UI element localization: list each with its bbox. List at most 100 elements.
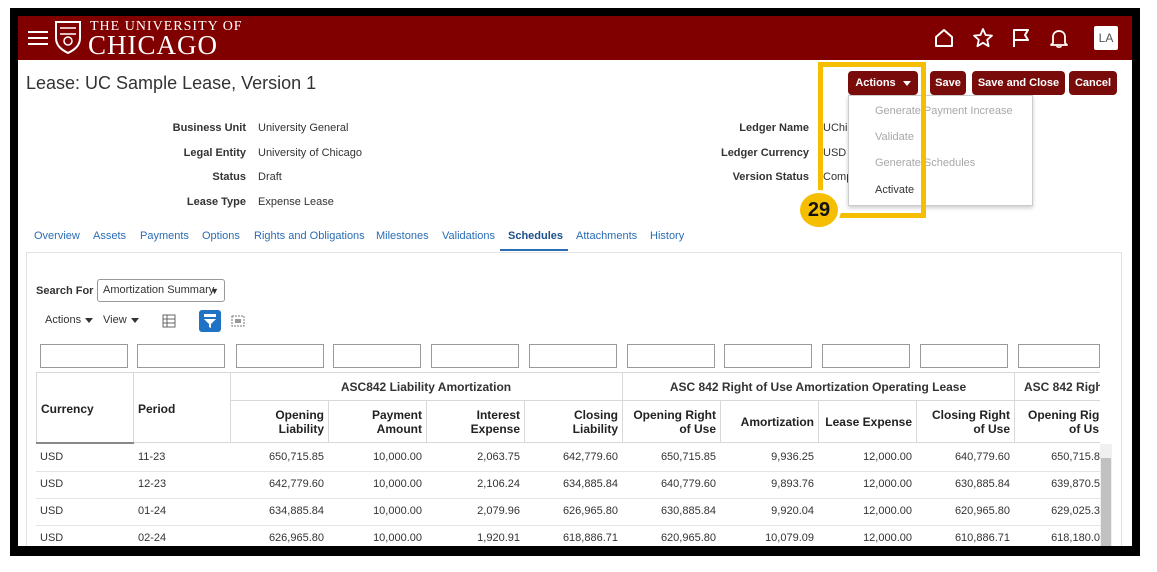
- cell-opening-right-of-use: 640,779.60: [660, 478, 716, 490]
- cell-currency: USD: [40, 532, 64, 544]
- cell-currency: USD: [40, 451, 64, 463]
- filter-input-lease-expense[interactable]: [822, 344, 910, 368]
- cell-lease-expense: 12,000.00: [863, 505, 912, 517]
- version-status-label: Version Status: [732, 171, 809, 183]
- filter-input-amortization[interactable]: [724, 344, 812, 368]
- cell-opening-right-2: 629,025.3: [1051, 505, 1100, 517]
- column-header-interest-expense[interactable]: Interest Expense: [426, 408, 520, 436]
- cell-lease-expense: 12,000.00: [863, 451, 912, 463]
- tab-attachments[interactable]: Attachments: [576, 230, 637, 242]
- column-header-currency[interactable]: Currency: [41, 402, 94, 416]
- cell-opening-right-of-use: 620,965.80: [660, 532, 716, 544]
- search-for-label: Search For: [36, 285, 94, 297]
- cell-amortization: 10,079.09: [765, 532, 814, 544]
- table-actions-label: Actions: [45, 314, 82, 326]
- cell-interest-expense: 2,079.96: [477, 505, 520, 517]
- cell-currency: USD: [40, 478, 64, 490]
- avatar[interactable]: LA: [1094, 26, 1118, 50]
- tab-overview[interactable]: Overview: [34, 230, 80, 242]
- filter-input-currency[interactable]: [40, 344, 128, 368]
- cell-amortization: 9,920.04: [771, 505, 814, 517]
- active-tab-indicator: [500, 249, 568, 251]
- legal-entity-label: Legal Entity: [183, 147, 246, 159]
- query-by-example-button[interactable]: [199, 310, 221, 332]
- cell-opening-right-of-use: 630,885.84: [660, 505, 716, 517]
- business-unit-label: Business Unit: [172, 122, 246, 134]
- table-actions-menu[interactable]: Actions: [45, 314, 94, 326]
- cell-closing-liability: 642,779.60: [562, 451, 618, 463]
- cell-lease-expense: 12,000.00: [863, 532, 912, 544]
- freeze-columns-icon[interactable]: [159, 311, 179, 331]
- cell-amortization: 9,893.76: [771, 478, 814, 490]
- column-header-payment-amount[interactable]: Payment Amount: [328, 408, 422, 436]
- cell-currency: USD: [40, 505, 64, 517]
- filter-input-opening-liability[interactable]: [236, 344, 324, 368]
- save-and-close-button[interactable]: Save and Close: [972, 71, 1065, 95]
- lease-type-value: Expense Lease: [258, 196, 334, 208]
- cell-period: 11-23: [138, 451, 166, 463]
- cell-interest-expense: 2,063.75: [477, 451, 520, 463]
- group-header-right-of-use: ASC 842 Right of Use Amortization Operat…: [622, 373, 1014, 401]
- detach-icon[interactable]: [228, 311, 248, 331]
- cell-opening-liability: 650,715.85: [268, 451, 324, 463]
- save-button[interactable]: Save: [930, 71, 966, 95]
- column-header-opening-right-truncated[interactable]: Opening Righ of Us: [1028, 408, 1100, 436]
- tab-options[interactable]: Options: [202, 230, 240, 242]
- column-header-opening-right-of-use[interactable]: Opening Right of Use: [622, 408, 716, 436]
- search-for-select[interactable]: Amortization Summary ▼: [97, 279, 225, 302]
- filter-input-opening-right-2[interactable]: [1018, 344, 1100, 368]
- cell-closing-right-of-use: 640,779.60: [954, 451, 1010, 463]
- cell-period: 02-24: [138, 532, 167, 544]
- cancel-button[interactable]: Cancel: [1069, 71, 1117, 95]
- tab-milestones[interactable]: Milestones: [376, 230, 429, 242]
- row-divider: [36, 498, 1100, 499]
- column-header-opening-liability[interactable]: Opening Liability: [230, 408, 324, 436]
- status-label: Status: [212, 171, 246, 183]
- group-header-liability: ASC842 Liability Amortization: [230, 373, 622, 401]
- top-bar: THE UNIVERSITY OF CHICAGO LA: [18, 16, 1132, 60]
- tab-payments[interactable]: Payments: [140, 230, 189, 242]
- cell-opening-liability: 626,965.80: [268, 532, 324, 544]
- cell-payment-amount: 10,000.00: [373, 505, 422, 517]
- cell-amortization: 9,936.25: [771, 451, 814, 463]
- ledger-currency-label: Ledger Currency: [720, 147, 809, 159]
- filter-input-period[interactable]: [137, 344, 225, 368]
- cell-closing-right-of-use: 630,885.84: [954, 478, 1010, 490]
- table-view-menu[interactable]: View: [103, 314, 139, 326]
- column-divider: [36, 372, 37, 442]
- ledger-name-label: Ledger Name: [739, 122, 809, 134]
- filter-input-opening-right-of-use[interactable]: [627, 344, 715, 368]
- column-header-lease-expense[interactable]: Lease Expense: [818, 415, 912, 429]
- scrollbar-thumb[interactable]: [1101, 458, 1111, 546]
- cell-opening-right-2: 650,715.8: [1051, 451, 1100, 463]
- bell-icon[interactable]: [1048, 27, 1070, 49]
- column-header-closing-right-of-use[interactable]: Closing Right of Use: [916, 408, 1010, 436]
- tab-validations[interactable]: Validations: [442, 230, 495, 242]
- tab-assets[interactable]: Assets: [93, 230, 126, 242]
- tab-rights-and-obligations[interactable]: Rights and Obligations: [254, 230, 365, 242]
- cell-opening-liability: 642,779.60: [268, 478, 324, 490]
- column-header-period[interactable]: Period: [138, 402, 175, 416]
- status-value: Draft: [258, 171, 282, 183]
- filter-input-closing-liability[interactable]: [529, 344, 617, 368]
- cell-closing-liability: 626,965.80: [562, 505, 618, 517]
- cell-closing-liability: 634,885.84: [562, 478, 618, 490]
- column-header-closing-liability[interactable]: Closing Liability: [524, 408, 618, 436]
- cell-closing-right-of-use: 610,886.71: [954, 532, 1010, 544]
- filter-input-closing-right-of-use[interactable]: [920, 344, 1008, 368]
- column-header-amortization[interactable]: Amortization: [720, 415, 814, 429]
- cell-interest-expense: 2,106.24: [477, 478, 520, 490]
- filter-input-interest-expense[interactable]: [431, 344, 519, 368]
- tab-history[interactable]: History: [650, 230, 684, 242]
- filter-input-payment-amount[interactable]: [333, 344, 421, 368]
- column-divider: [133, 372, 134, 442]
- cell-interest-expense: 1,920.91: [477, 532, 520, 544]
- step-number-badge: 29: [797, 190, 841, 230]
- home-icon[interactable]: [933, 27, 955, 49]
- flag-icon[interactable]: [1010, 27, 1032, 49]
- header-bottom-border: [134, 442, 1100, 443]
- menu-icon[interactable]: [28, 28, 48, 46]
- star-icon[interactable]: [972, 27, 994, 49]
- tab-schedules[interactable]: Schedules: [508, 230, 563, 242]
- app-window: THE UNIVERSITY OF CHICAGO LA Lease: UC S…: [18, 16, 1132, 546]
